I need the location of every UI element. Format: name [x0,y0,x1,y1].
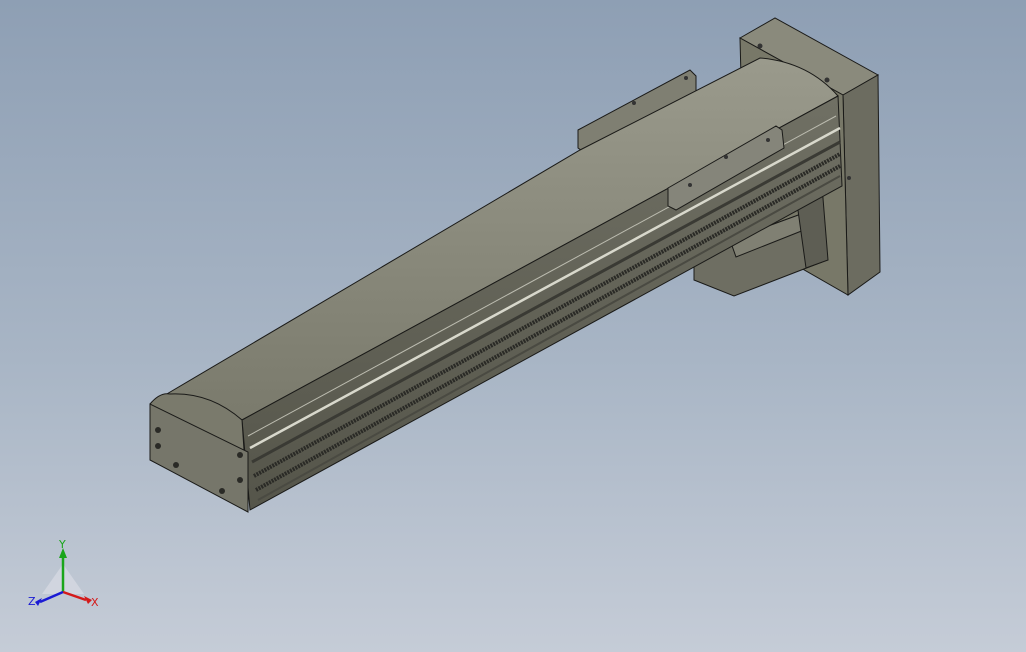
bolt-hole [155,443,161,449]
bolt-hole [219,488,225,494]
bolt-hole [173,462,179,468]
coordinate-triad: Y X Z [22,536,112,616]
bolt-hole [237,452,243,458]
x-axis-label: X [91,596,99,609]
bolt-hole [237,477,243,483]
bolt-hole [155,427,161,433]
bolt-hole [824,77,830,83]
3d-viewport[interactable]: Y X Z [0,0,1026,652]
bolt-hole [847,176,851,180]
bolt-hole [757,43,763,49]
y-axis-label: Y [58,538,66,551]
model-view[interactable] [0,0,1026,652]
z-axis-label: Z [28,595,36,608]
